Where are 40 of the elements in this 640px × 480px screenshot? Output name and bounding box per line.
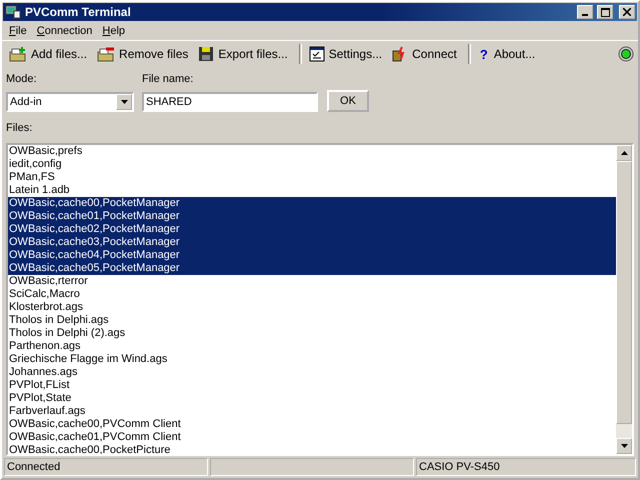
files-label: Files: (5, 121, 34, 136)
toolbar-button[interactable]: Settings... (306, 44, 386, 64)
folder-remove-icon (97, 46, 116, 62)
checklist-window-icon (308, 46, 325, 62)
status-pane: Connected (4, 458, 208, 476)
maximize-button[interactable] (597, 5, 613, 19)
scroll-down-button[interactable] (616, 438, 632, 454)
help-icon: ? (478, 46, 490, 62)
toolbar-button[interactable]: Connect (389, 44, 460, 64)
folder-add-icon (9, 46, 27, 62)
menu-item[interactable]: Help (97, 25, 130, 37)
file-list-item[interactable]: OWBasic,cache03,PocketManager (8, 236, 616, 249)
file-list-item[interactable]: OWBasic,cache02,PocketManager (8, 223, 616, 236)
mode-label: Mode: (6, 73, 38, 87)
computer-icon (5, 5, 21, 19)
maximize-icon (600, 8, 610, 16)
toolbar-button[interactable]: Export files... (195, 44, 291, 64)
down-arrow-icon (120, 100, 128, 104)
close-icon (623, 8, 631, 16)
file-list-item[interactable]: OWBasic,cache00,PocketManager (8, 197, 616, 210)
toolbar-button[interactable]: Remove files (94, 44, 192, 64)
menu-item[interactable]: Connection (32, 25, 98, 37)
down-arrow-icon (620, 444, 628, 448)
up-arrow-icon (620, 151, 628, 155)
mode-dropdown[interactable]: Add-in (6, 92, 134, 112)
menu-item[interactable]: File (4, 25, 32, 37)
file-list-item[interactable]: OWBasic,cache01,PocketManager (8, 210, 616, 223)
close-button[interactable] (619, 5, 635, 19)
file-name-field[interactable]: SHARED (142, 92, 318, 112)
scroll-up-button[interactable] (616, 145, 632, 161)
status-pane: CASIO PV-S450 (416, 458, 636, 476)
dropdown-button[interactable] (116, 94, 132, 110)
file-list-item[interactable]: OWBasic,cache04,PocketManager (8, 249, 616, 262)
toolbar-button[interactable]: ? About... (474, 44, 538, 64)
file-list-item[interactable]: OWBasic,cache05,PocketManager (8, 262, 616, 275)
file-name-label: File name: (142, 73, 194, 87)
toolbar-button[interactable]: Add files... (6, 44, 90, 64)
window-title: PVComm Terminal (25, 5, 132, 19)
ok-button[interactable]: OK (327, 90, 369, 112)
minimize-button[interactable] (577, 5, 593, 19)
